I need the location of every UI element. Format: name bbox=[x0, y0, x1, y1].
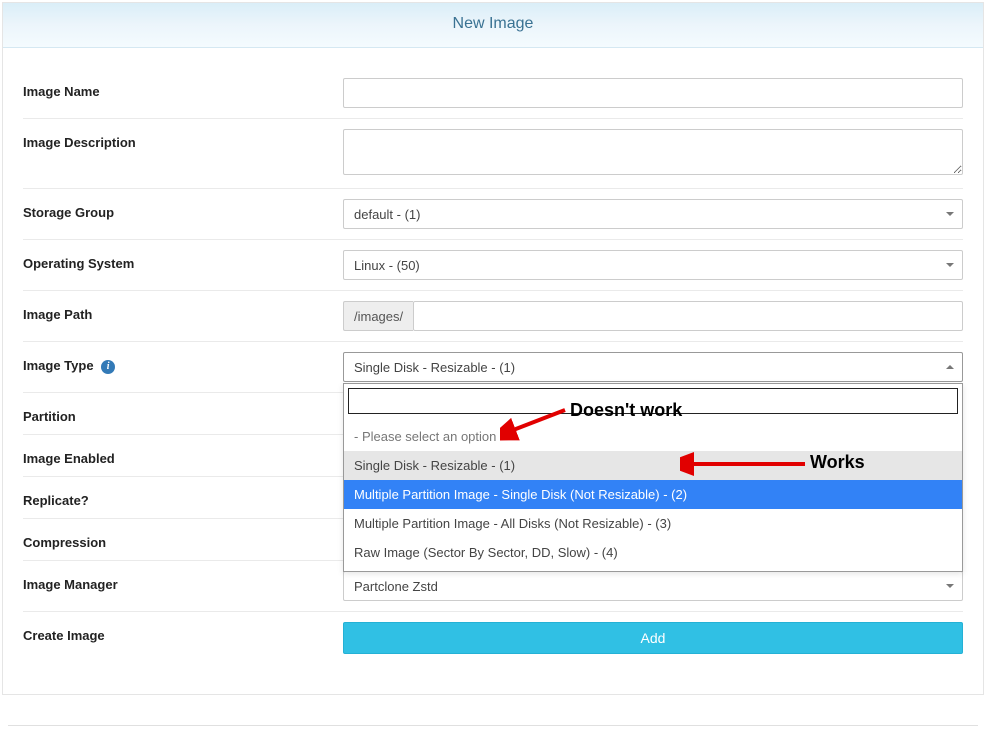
row-image-type: Image Type i Single Disk - Resizable - (… bbox=[23, 342, 963, 393]
image-path-input[interactable] bbox=[413, 301, 963, 331]
operating-system-select[interactable]: Linux - (50) bbox=[343, 250, 963, 280]
label-create-image: Create Image bbox=[23, 622, 343, 643]
storage-group-value: default - (1) bbox=[354, 207, 420, 222]
label-image-type: Image Type i bbox=[23, 352, 343, 374]
dropdown-search-wrap bbox=[344, 384, 962, 418]
add-button[interactable]: Add bbox=[343, 622, 963, 654]
image-type-option-placeholder[interactable]: - Please select an option - bbox=[344, 422, 962, 451]
label-compression: Compression bbox=[23, 529, 343, 550]
image-name-input[interactable] bbox=[343, 78, 963, 108]
image-type-dropdown: - Please select an option - Single Disk … bbox=[343, 383, 963, 572]
label-image-name: Image Name bbox=[23, 78, 343, 99]
image-description-textarea[interactable] bbox=[343, 129, 963, 175]
dropdown-options: - Please select an option - Single Disk … bbox=[344, 418, 962, 571]
image-type-option-4[interactable]: Raw Image (Sector By Sector, DD, Slow) -… bbox=[344, 538, 962, 567]
label-operating-system: Operating System bbox=[23, 250, 343, 271]
image-type-option-1[interactable]: Single Disk - Resizable - (1) bbox=[344, 451, 962, 480]
info-icon[interactable]: i bbox=[101, 360, 115, 374]
image-type-option-2[interactable]: Multiple Partition Image - Single Disk (… bbox=[344, 480, 962, 509]
image-type-select[interactable]: Single Disk - Resizable - (1) bbox=[343, 352, 963, 382]
image-path-prefix: /images/ bbox=[343, 301, 413, 331]
chevron-up-icon bbox=[946, 365, 954, 369]
image-manager-select[interactable]: Partclone Zstd bbox=[343, 571, 963, 601]
bottom-separator bbox=[8, 725, 978, 726]
row-image-description: Image Description bbox=[23, 119, 963, 189]
label-partition: Partition bbox=[23, 403, 343, 424]
image-type-value: Single Disk - Resizable - (1) bbox=[354, 360, 515, 375]
label-storage-group: Storage Group bbox=[23, 199, 343, 220]
form-body: Image Name Image Description Storage Gro… bbox=[3, 48, 983, 694]
row-create-image: Create Image Add bbox=[23, 612, 963, 664]
row-image-name: Image Name bbox=[23, 68, 963, 119]
label-image-description: Image Description bbox=[23, 129, 343, 150]
storage-group-select[interactable]: default - (1) bbox=[343, 199, 963, 229]
label-image-enabled: Image Enabled bbox=[23, 445, 343, 466]
chevron-down-icon bbox=[946, 263, 954, 267]
row-storage-group: Storage Group default - (1) bbox=[23, 189, 963, 240]
image-type-option-3[interactable]: Multiple Partition Image - All Disks (No… bbox=[344, 509, 962, 538]
panel-title: New Image bbox=[453, 15, 534, 32]
form-panel: New Image Image Name Image Description S… bbox=[2, 2, 984, 695]
row-image-path: Image Path /images/ bbox=[23, 291, 963, 342]
row-operating-system: Operating System Linux - (50) bbox=[23, 240, 963, 291]
image-manager-value: Partclone Zstd bbox=[354, 579, 438, 594]
operating-system-value: Linux - (50) bbox=[354, 258, 420, 273]
label-image-path: Image Path bbox=[23, 301, 343, 322]
panel-header: New Image bbox=[3, 3, 983, 48]
chevron-down-icon bbox=[946, 584, 954, 588]
label-replicate: Replicate? bbox=[23, 487, 343, 508]
label-image-manager: Image Manager bbox=[23, 571, 343, 592]
chevron-down-icon bbox=[946, 212, 954, 216]
dropdown-search-input[interactable] bbox=[348, 388, 958, 414]
